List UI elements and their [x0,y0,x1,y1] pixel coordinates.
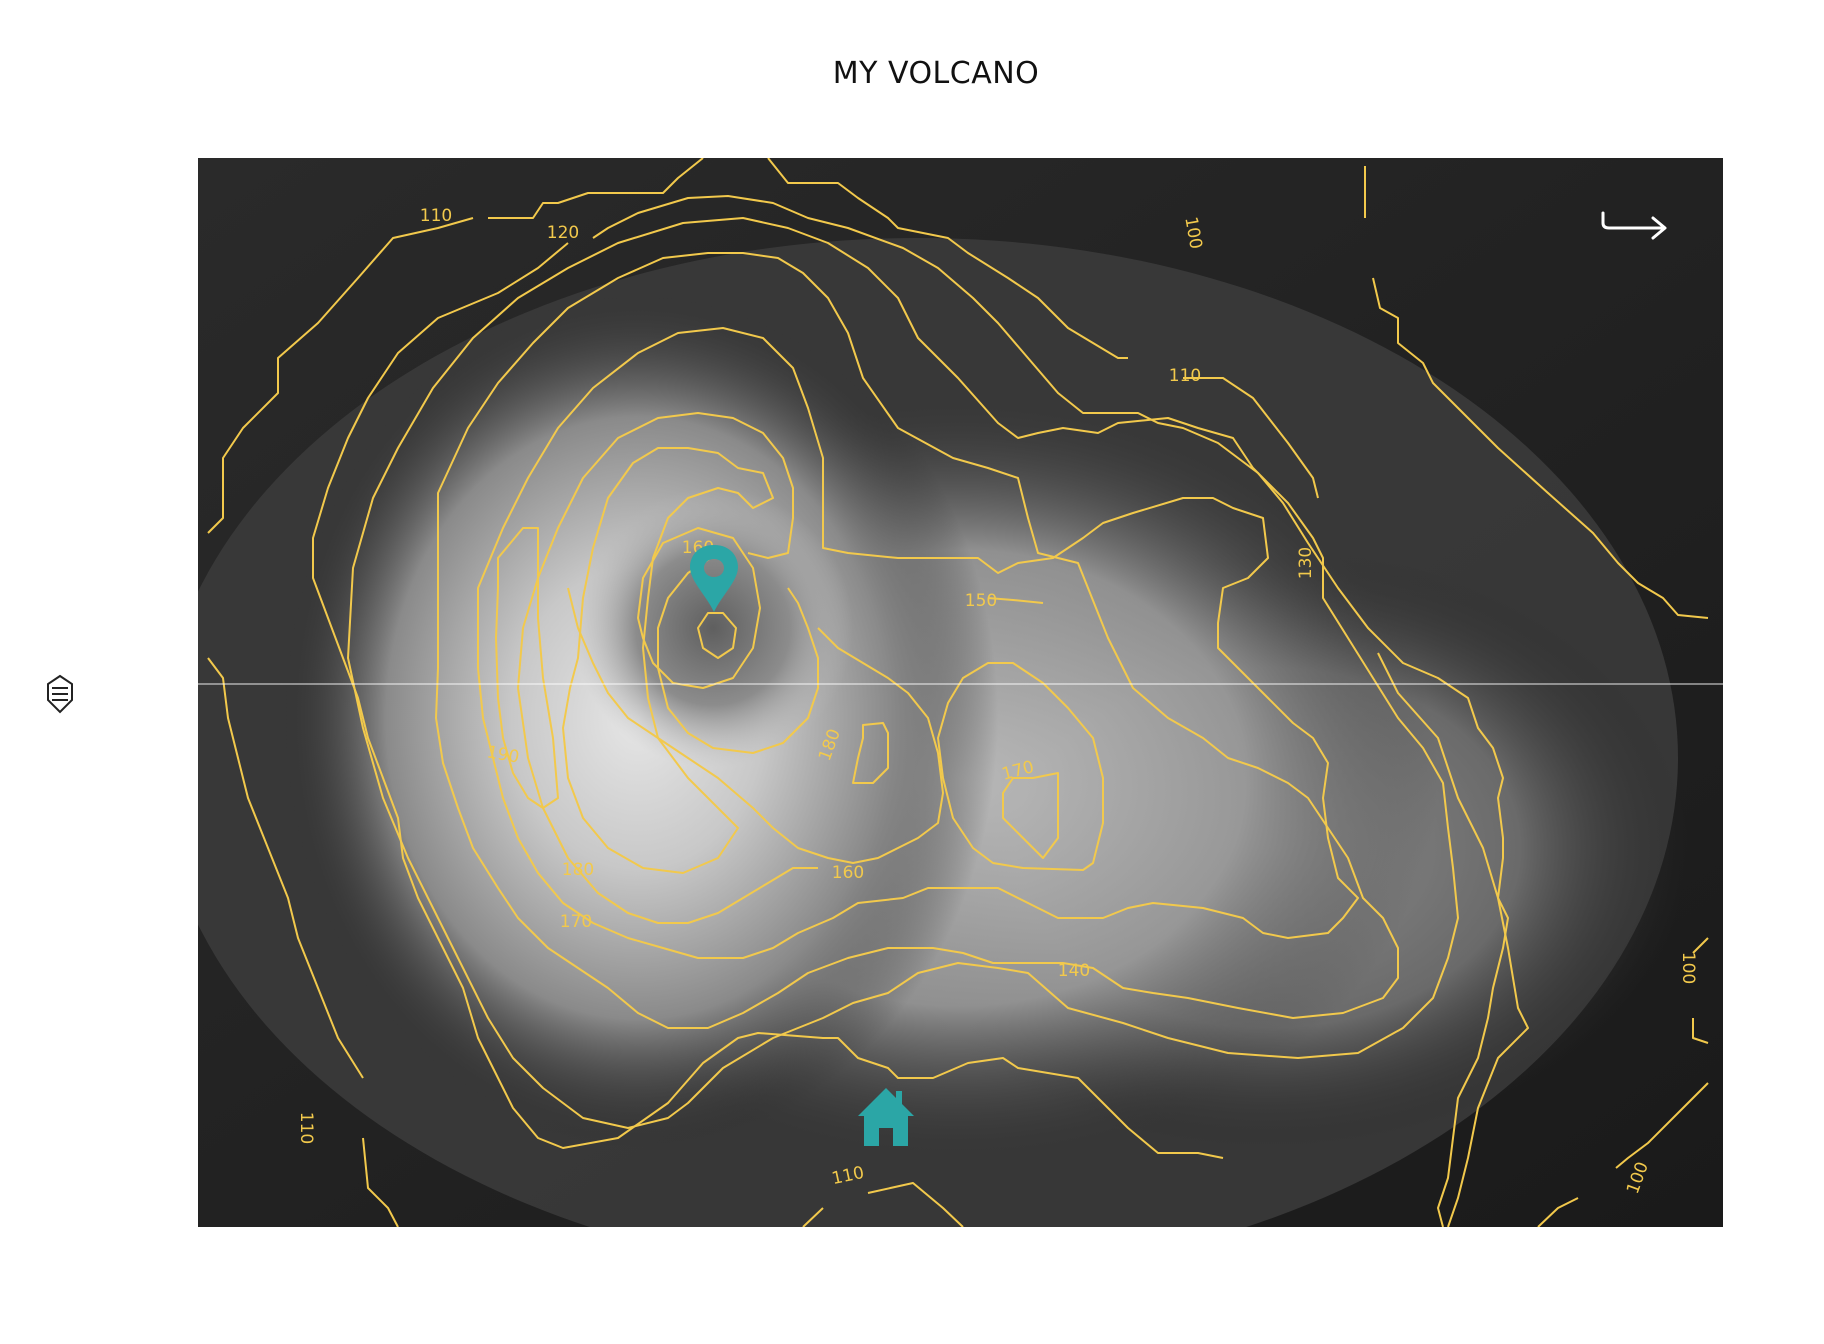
heatmap-shading-crater [573,488,853,768]
contour-label: 110 [1169,366,1201,386]
contour-label: 170 [560,912,592,932]
contour-label: 120 [547,223,579,243]
contour-label: 130 [1296,547,1316,579]
slider-handle-icon[interactable] [42,674,78,714]
contour-label: 140 [1058,961,1090,981]
contour-label: 100 [1678,952,1698,984]
contour-plot[interactable]: 110 120 100 110 130 160 150 190 180 170 180 170 160 1… [198,158,1723,1227]
volcano-contour-svg[interactable]: 110120 1001101301601501901801701801701601… [198,158,1723,1227]
contour-label: 110 [296,1112,316,1144]
contour-label: 110 [420,206,452,226]
chart-title: MY VOLCANO [832,56,1040,91]
contour-label: 150 [965,591,997,611]
contour-label: 180 [562,860,594,880]
contour-label: 160 [832,863,864,883]
slider-handle[interactable] [42,674,78,714]
